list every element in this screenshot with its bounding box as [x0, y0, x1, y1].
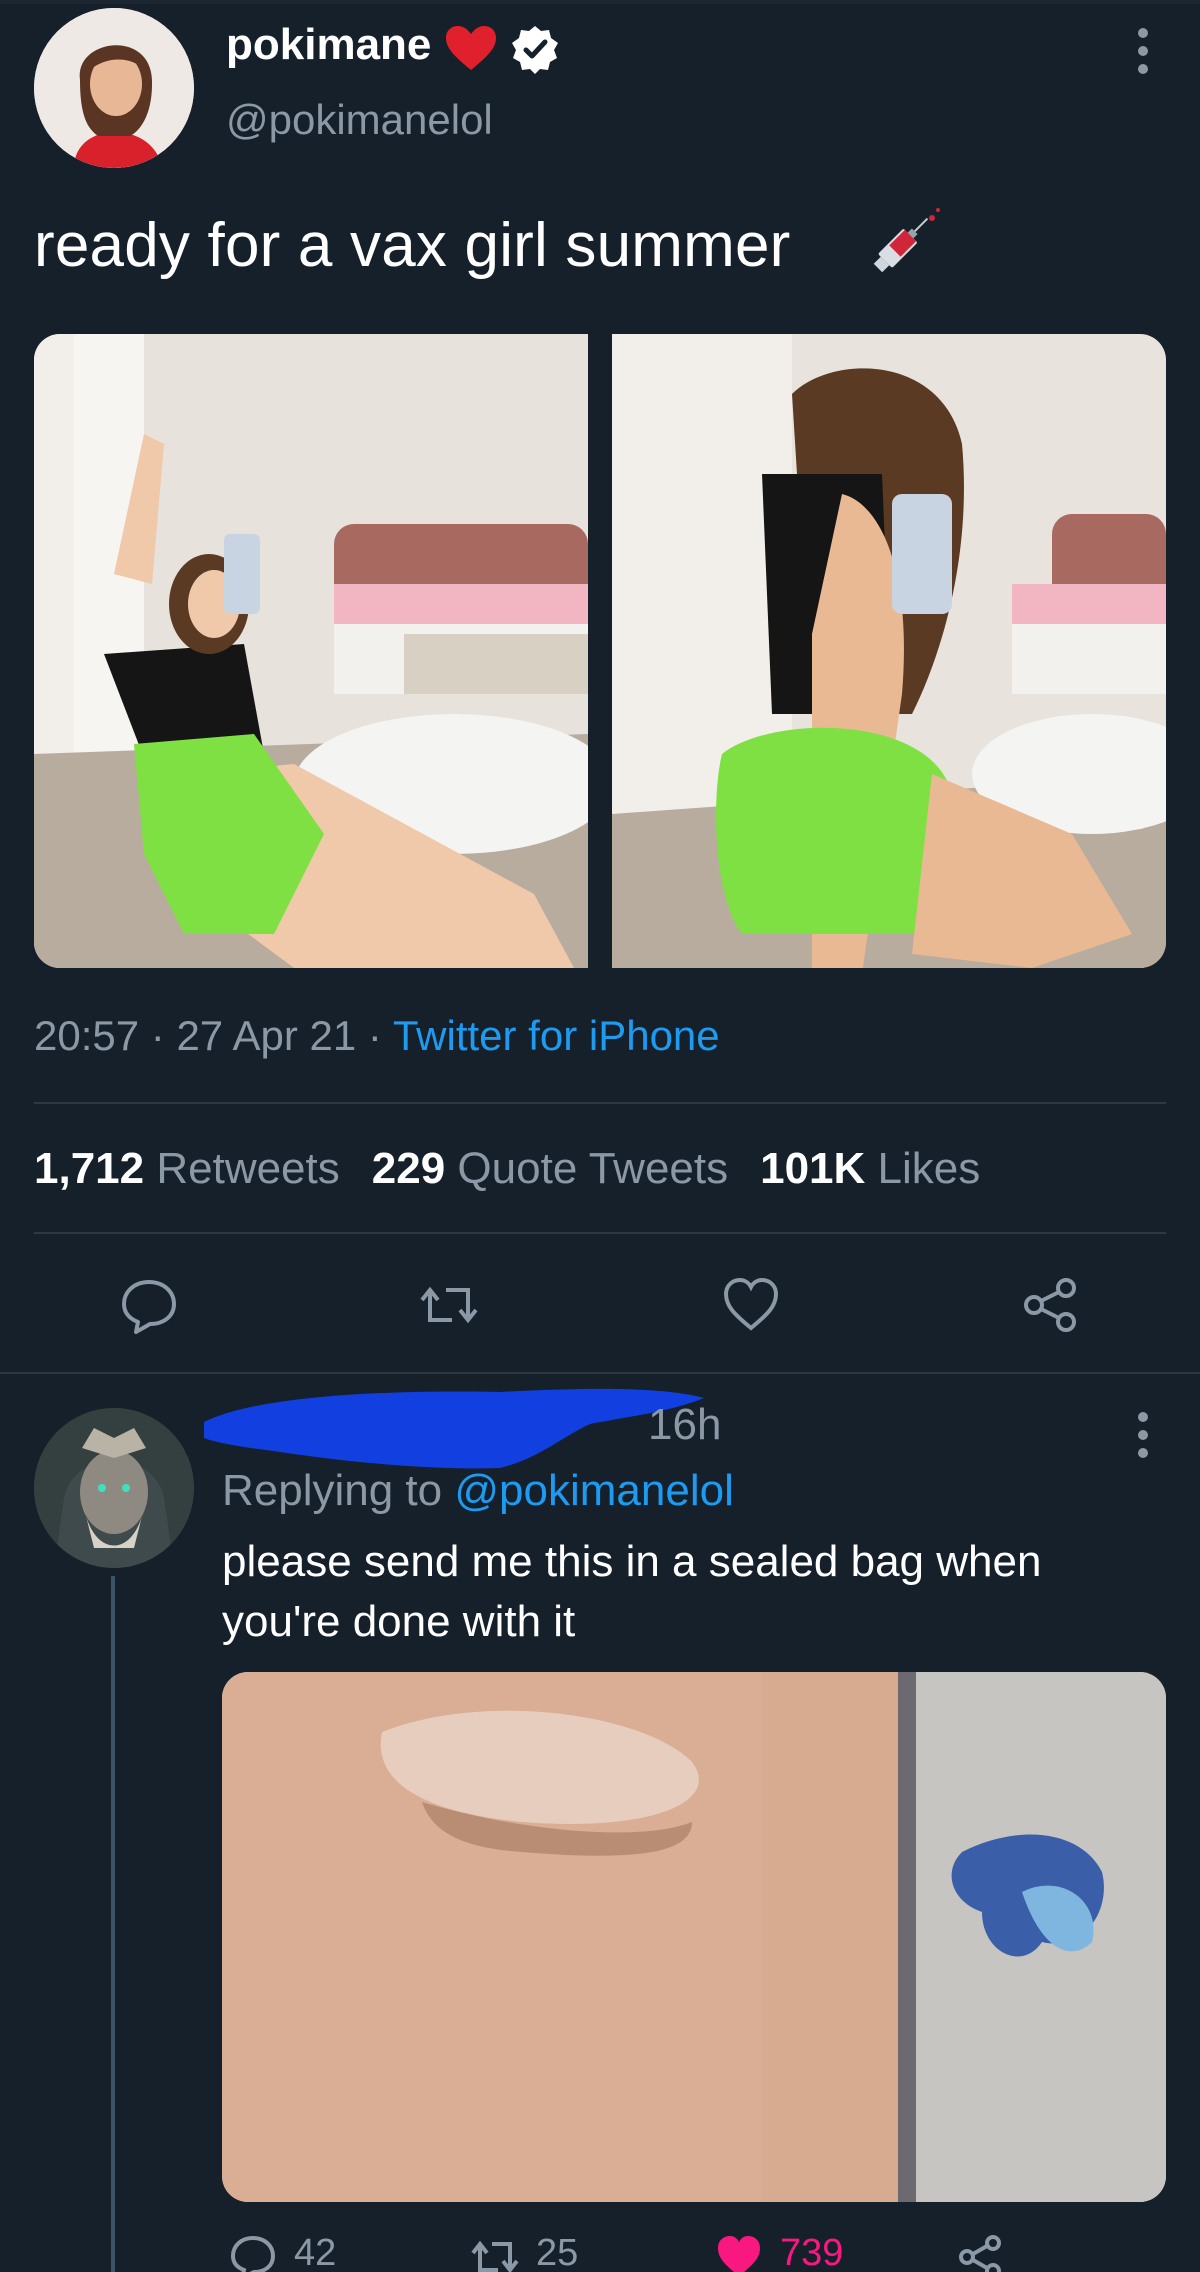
- divider: [34, 1102, 1166, 1104]
- reply-icon: [230, 2235, 276, 2272]
- divider: [0, 1372, 1200, 1374]
- likes-stat[interactable]: 101K Likes: [760, 1144, 980, 1193]
- divider: [34, 1232, 1166, 1234]
- reply-retweet-button[interactable]: 25: [470, 2232, 578, 2272]
- syringe-emoji-icon: [873, 208, 940, 273]
- retweet-icon[interactable]: [418, 1274, 480, 1336]
- like-count: 739: [780, 2232, 844, 2272]
- retweet-count: 25: [536, 2232, 579, 2272]
- like-icon[interactable]: [720, 1274, 782, 1336]
- tweet-stats: 1,712 Retweets 229 Quote Tweets 101K Likes: [34, 1144, 980, 1194]
- reply-time[interactable]: 16h: [648, 1400, 721, 1450]
- share-icon: [959, 2235, 1001, 2272]
- reply-photo[interactable]: [222, 1672, 1166, 2202]
- redacted-username-scribble: [204, 1388, 704, 1469]
- tweet-time: 20:57: [34, 1012, 140, 1059]
- quote-tweets-stat[interactable]: 229 Quote Tweets: [372, 1144, 728, 1193]
- reply-count: 42: [294, 2232, 337, 2272]
- reply-icon[interactable]: [118, 1274, 180, 1336]
- author-name[interactable]: pokimane: [226, 20, 431, 70]
- liked-heart-icon: [718, 2236, 760, 2272]
- share-icon[interactable]: [1020, 1274, 1082, 1336]
- tweet-text: ready for a vax girl summer: [34, 211, 791, 280]
- red-heart-emoji-icon: [446, 26, 496, 70]
- mention-link[interactable]: @pokimanelol: [454, 1466, 733, 1515]
- author-handle[interactable]: @pokimanelol: [226, 96, 493, 144]
- retweet-icon: [471, 2240, 519, 2272]
- tweet-source-link[interactable]: Twitter for iPhone: [393, 1012, 720, 1059]
- meta-separator: ·: [150, 1012, 177, 1059]
- top-border: [0, 0, 1200, 4]
- reply-share-button[interactable]: [956, 2232, 1006, 2272]
- more-icon[interactable]: [1136, 1412, 1150, 1462]
- tweet-meta: 20:57 · 27 Apr 21 · Twitter for iPhone: [34, 1012, 720, 1060]
- meta-separator: ·: [367, 1012, 393, 1059]
- replying-to-line: Replying to @pokimanelol: [222, 1466, 734, 1516]
- more-icon[interactable]: [1136, 28, 1150, 78]
- reply-reply-button[interactable]: 42: [228, 2232, 336, 2272]
- reply-action-bar: 42 25 739: [0, 2232, 1200, 2272]
- replying-prefix: Replying to: [222, 1466, 443, 1515]
- tweet-date: 27 Apr 21: [176, 1012, 357, 1059]
- verified-badge-icon: [512, 26, 558, 74]
- tweet-photo-2[interactable]: [612, 334, 1166, 968]
- thread-line: [111, 1576, 115, 2272]
- tweet-photo-1[interactable]: [34, 334, 588, 968]
- retweets-stat[interactable]: 1,712 Retweets: [34, 1144, 340, 1193]
- reply-text: please send me this in a sealed bag when…: [222, 1537, 1042, 1646]
- reply-like-button[interactable]: 739: [714, 2232, 843, 2272]
- reply-avatar[interactable]: [34, 1408, 194, 1568]
- author-avatar[interactable]: [34, 8, 194, 168]
